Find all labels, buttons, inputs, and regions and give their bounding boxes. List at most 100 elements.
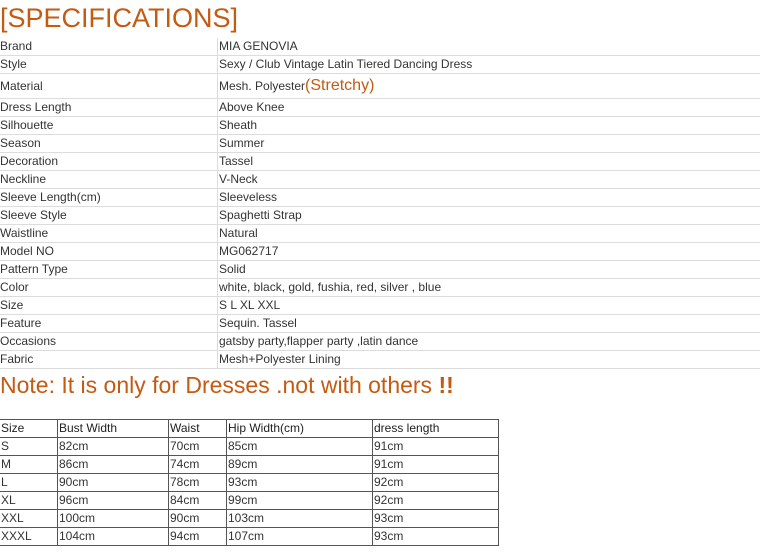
- spec-row: Model NO MG062717: [0, 242, 760, 261]
- spec-label: Season: [0, 134, 218, 153]
- spec-value: white, black, gold, fushia, red, silver …: [217, 278, 760, 297]
- size-chart-cell: 70cm: [168, 437, 227, 456]
- spec-value-text: gatsby party,flapper party ,latin dance: [219, 334, 419, 348]
- spec-label: Color: [0, 278, 218, 297]
- spec-value-text: Tassel: [219, 154, 254, 168]
- spec-value: Solid: [217, 260, 760, 279]
- spec-value-text: Mesh+Polyester Lining: [219, 352, 341, 366]
- spec-label: Material: [0, 73, 218, 99]
- spec-label: Neckline: [0, 170, 218, 189]
- size-chart-cell: 85cm: [226, 437, 373, 456]
- spec-row: Brand MIA GENOVIA: [0, 38, 760, 56]
- spec-value-text: Summer: [219, 136, 265, 150]
- spec-value-text: S L XL XXL: [219, 298, 281, 312]
- spec-value: S L XL XXL: [217, 296, 760, 315]
- size-chart-cell: 99cm: [226, 491, 373, 510]
- spec-value-text: Sheath: [219, 118, 258, 132]
- size-chart-row: XXL 100cm 90cm 103cm 93cm: [0, 509, 499, 528]
- page-title: [SPECIFICATIONS]: [0, 3, 239, 33]
- size-chart-cell: XXXL: [0, 527, 58, 546]
- spec-value-text: Sexy / Club Vintage Latin Tiered Dancing…: [219, 57, 473, 71]
- spec-value-text: Natural: [219, 226, 258, 240]
- size-chart-cell: S: [0, 437, 58, 456]
- spec-label: Sleeve Length(cm): [0, 188, 218, 207]
- spec-value: Mesh+Polyester Lining: [217, 350, 760, 369]
- spec-label: Waistline: [0, 224, 218, 243]
- spec-label: Model NO: [0, 242, 218, 261]
- size-chart-row: M 86cm 74cm 89cm 91cm: [0, 455, 499, 474]
- spec-row: Sleeve Style Spaghetti Strap: [0, 206, 760, 225]
- spec-row: Dress Length Above Knee: [0, 98, 760, 117]
- spec-value-text: V-Neck: [219, 172, 258, 186]
- specifications-table: Brand MIA GENOVIA Style Sexy / Club Vintage…: [0, 38, 760, 369]
- size-chart-cell: 84cm: [168, 491, 227, 510]
- spec-value: Spaghetti Strap: [217, 206, 760, 225]
- spec-value-text: Spaghetti Strap: [219, 208, 302, 222]
- spec-row: Fabric Mesh+Polyester Lining: [0, 350, 760, 369]
- spec-row: Silhouette Sheath: [0, 116, 760, 135]
- size-chart-row: S 82cm 70cm 85cm 91cm: [0, 437, 499, 456]
- spec-label: Occasions: [0, 332, 218, 351]
- spec-value: MIA GENOVIA: [217, 38, 760, 56]
- note-message: Note: It is only for Dresses .not with o…: [0, 372, 439, 398]
- size-chart-cell: 94cm: [168, 527, 227, 546]
- spec-value: Sleeveless: [217, 188, 760, 207]
- spec-value-text: Mesh. Polyester: [219, 79, 306, 93]
- size-chart-row: XL 96cm 84cm 99cm 92cm: [0, 491, 499, 510]
- size-chart-cell: 90cm: [168, 509, 227, 528]
- spec-row: Style Sexy / Club Vintage Latin Tiered Da…: [0, 55, 760, 74]
- spec-row: Neckline V-Neck: [0, 170, 760, 189]
- size-chart-cell: 78cm: [168, 473, 227, 492]
- size-chart-cell: 90cm: [57, 473, 169, 492]
- size-chart-cell: 86cm: [57, 455, 169, 474]
- note-text: Note: It is only for Dresses .not with o…: [0, 368, 454, 402]
- spec-label: Sleeve Style: [0, 206, 218, 225]
- spec-row: Color white, black, gold, fushia, red, si…: [0, 278, 760, 297]
- size-chart-cell: 91cm: [372, 437, 499, 456]
- size-chart-header-cell: Bust Width: [57, 419, 169, 438]
- spec-label: Brand: [0, 38, 218, 56]
- spec-row: Material Mesh. Polyester(Stretchy): [0, 73, 760, 99]
- spec-value-text: Solid: [219, 262, 246, 276]
- size-chart-cell: 100cm: [57, 509, 169, 528]
- spec-value-text: MG062717: [219, 244, 279, 258]
- spec-label: Size: [0, 296, 218, 315]
- spec-value: Summer: [217, 134, 760, 153]
- size-chart-cell: 74cm: [168, 455, 227, 474]
- spec-label: Pattern Type: [0, 260, 218, 279]
- size-chart-cell: L: [0, 473, 58, 492]
- spec-row: Decoration Tassel: [0, 152, 760, 171]
- spec-row: Sleeve Length(cm) Sleeveless: [0, 188, 760, 207]
- size-chart-table: Size Bust Width Waist Hip Width(cm) dress le…: [0, 419, 499, 546]
- size-chart-row: XXXL 104cm 94cm 107cm 93cm: [0, 527, 499, 546]
- spec-label: Style: [0, 55, 218, 74]
- size-chart-cell: 103cm: [226, 509, 373, 528]
- size-chart-cell: 96cm: [57, 491, 169, 510]
- size-chart-cell: 92cm: [372, 473, 499, 492]
- size-chart-cell: 93cm: [372, 527, 499, 546]
- spec-row: Size S L XL XXL: [0, 296, 760, 315]
- size-chart-cell: M: [0, 455, 58, 474]
- spec-value: Tassel: [217, 152, 760, 171]
- spec-value-text: MIA GENOVIA: [219, 39, 298, 53]
- size-chart-cell: 107cm: [226, 527, 373, 546]
- spec-label: Silhouette: [0, 116, 218, 135]
- spec-value: Mesh. Polyester(Stretchy): [217, 73, 760, 99]
- size-chart-cell: 89cm: [226, 455, 373, 474]
- spec-value: Natural: [217, 224, 760, 243]
- spec-value-text: white, black, gold, fushia, red, silver …: [219, 280, 442, 294]
- size-chart-row: L 90cm 78cm 93cm 92cm: [0, 473, 499, 492]
- size-chart-cell: 93cm: [226, 473, 373, 492]
- size-chart-header-cell: Size: [0, 419, 58, 438]
- size-chart-cell: 92cm: [372, 491, 499, 510]
- spec-row: Pattern Type Solid: [0, 260, 760, 279]
- note-exclamation: !!: [438, 372, 454, 398]
- spec-value: Above Knee: [217, 98, 760, 117]
- spec-row: Feature Sequin. Tassel: [0, 314, 760, 333]
- spec-value: Sexy / Club Vintage Latin Tiered Dancing…: [217, 55, 760, 74]
- spec-label: Fabric: [0, 350, 218, 369]
- spec-value: Sheath: [217, 116, 760, 135]
- spec-value-text: Sequin. Tassel: [219, 316, 297, 330]
- size-chart-cell: XXL: [0, 509, 58, 528]
- spec-value-note: (Stretchy): [305, 77, 375, 94]
